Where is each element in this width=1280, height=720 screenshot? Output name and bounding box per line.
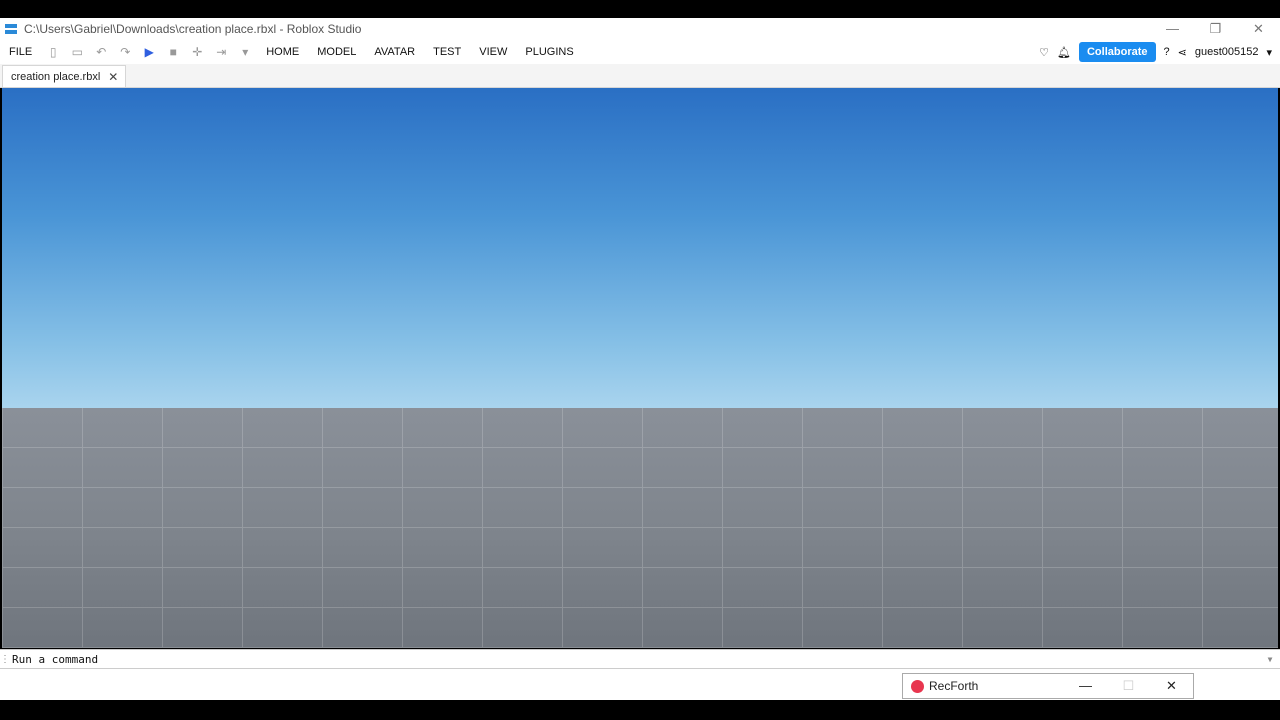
recforth-minimize-button[interactable]: — xyxy=(1064,678,1107,694)
window-titlebar: C:\Users\Gabriel\Downloads\creation plac… xyxy=(0,18,1280,40)
new-file-icon[interactable]: ▯ xyxy=(41,45,65,59)
command-grip-icon[interactable]: ⋮ xyxy=(0,654,10,665)
viewport-sky xyxy=(2,88,1278,408)
favorite-icon[interactable]: ♡ xyxy=(1039,46,1049,59)
right-toolbar: ♡ 🔔︎ Collaborate ? ⋖ guest005152 ▾ xyxy=(1039,42,1280,62)
open-folder-icon[interactable]: ▭ xyxy=(65,45,89,59)
toolbar-dropdown-icon[interactable]: ▾ xyxy=(233,45,257,59)
command-dropdown-icon[interactable]: ▼ xyxy=(1260,655,1280,664)
tab-strip: creation place.rbxl ✕ xyxy=(0,64,1280,88)
recforth-controls: — ☐ ✕ xyxy=(1064,678,1193,694)
command-bar: ⋮ ▼ xyxy=(0,649,1280,669)
redo-icon[interactable]: ↷ xyxy=(113,45,137,59)
window-controls: — ❐ ✕ xyxy=(1151,21,1280,37)
tab-creation-place[interactable]: creation place.rbxl ✕ xyxy=(2,65,126,87)
publish-icon[interactable]: ⇥ xyxy=(209,45,233,59)
recforth-icon xyxy=(911,679,924,693)
user-dropdown-icon[interactable]: ▾ xyxy=(1266,46,1272,59)
stop-icon[interactable]: ■ xyxy=(161,45,185,59)
menu-plugins[interactable]: PLUGINS xyxy=(516,46,582,58)
menu-model[interactable]: MODEL xyxy=(308,46,365,58)
recforth-close-button[interactable]: ✕ xyxy=(1150,678,1193,694)
window-title: C:\Users\Gabriel\Downloads\creation plac… xyxy=(24,22,362,36)
baseplate-grid xyxy=(2,408,1278,648)
tab-label: creation place.rbxl xyxy=(11,70,101,83)
move-icon[interactable]: ✛ xyxy=(185,45,209,59)
restore-button[interactable]: ❐ xyxy=(1194,21,1237,37)
notification-icon[interactable]: 🔔︎ xyxy=(1057,46,1071,59)
menu-test[interactable]: TEST xyxy=(424,46,470,58)
menu-avatar[interactable]: AVATAR xyxy=(365,46,424,58)
username[interactable]: guest005152 xyxy=(1195,46,1259,58)
screen-border-bottom xyxy=(0,700,1280,720)
collaborate-button[interactable]: Collaborate xyxy=(1078,42,1156,62)
undo-icon[interactable]: ↶ xyxy=(89,45,113,59)
3d-viewport[interactable] xyxy=(2,88,1278,648)
roblox-studio-icon xyxy=(5,24,17,34)
command-input[interactable] xyxy=(10,652,1260,666)
menu-file[interactable]: FILE xyxy=(0,46,41,58)
share-icon[interactable]: ⋖ xyxy=(1178,46,1187,59)
recforth-label: RecForth xyxy=(929,679,979,693)
minimize-button[interactable]: — xyxy=(1151,21,1194,37)
play-icon[interactable]: ▶ xyxy=(137,45,161,59)
recforth-window[interactable]: RecForth — ☐ ✕ xyxy=(902,673,1194,699)
menu-home[interactable]: HOME xyxy=(257,46,308,58)
close-button[interactable]: ✕ xyxy=(1237,21,1280,37)
menu-bar: FILE ▯ ▭ ↶ ↷ ▶ ■ ✛ ⇥ ▾ HOME MODEL AVATAR… xyxy=(0,40,1280,64)
tab-close-icon[interactable]: ✕ xyxy=(108,70,118,84)
recforth-maximize-button[interactable]: ☐ xyxy=(1107,678,1150,694)
menu-view[interactable]: VIEW xyxy=(470,46,516,58)
screen-border-top xyxy=(0,0,1280,18)
help-icon[interactable]: ? xyxy=(1164,46,1170,58)
